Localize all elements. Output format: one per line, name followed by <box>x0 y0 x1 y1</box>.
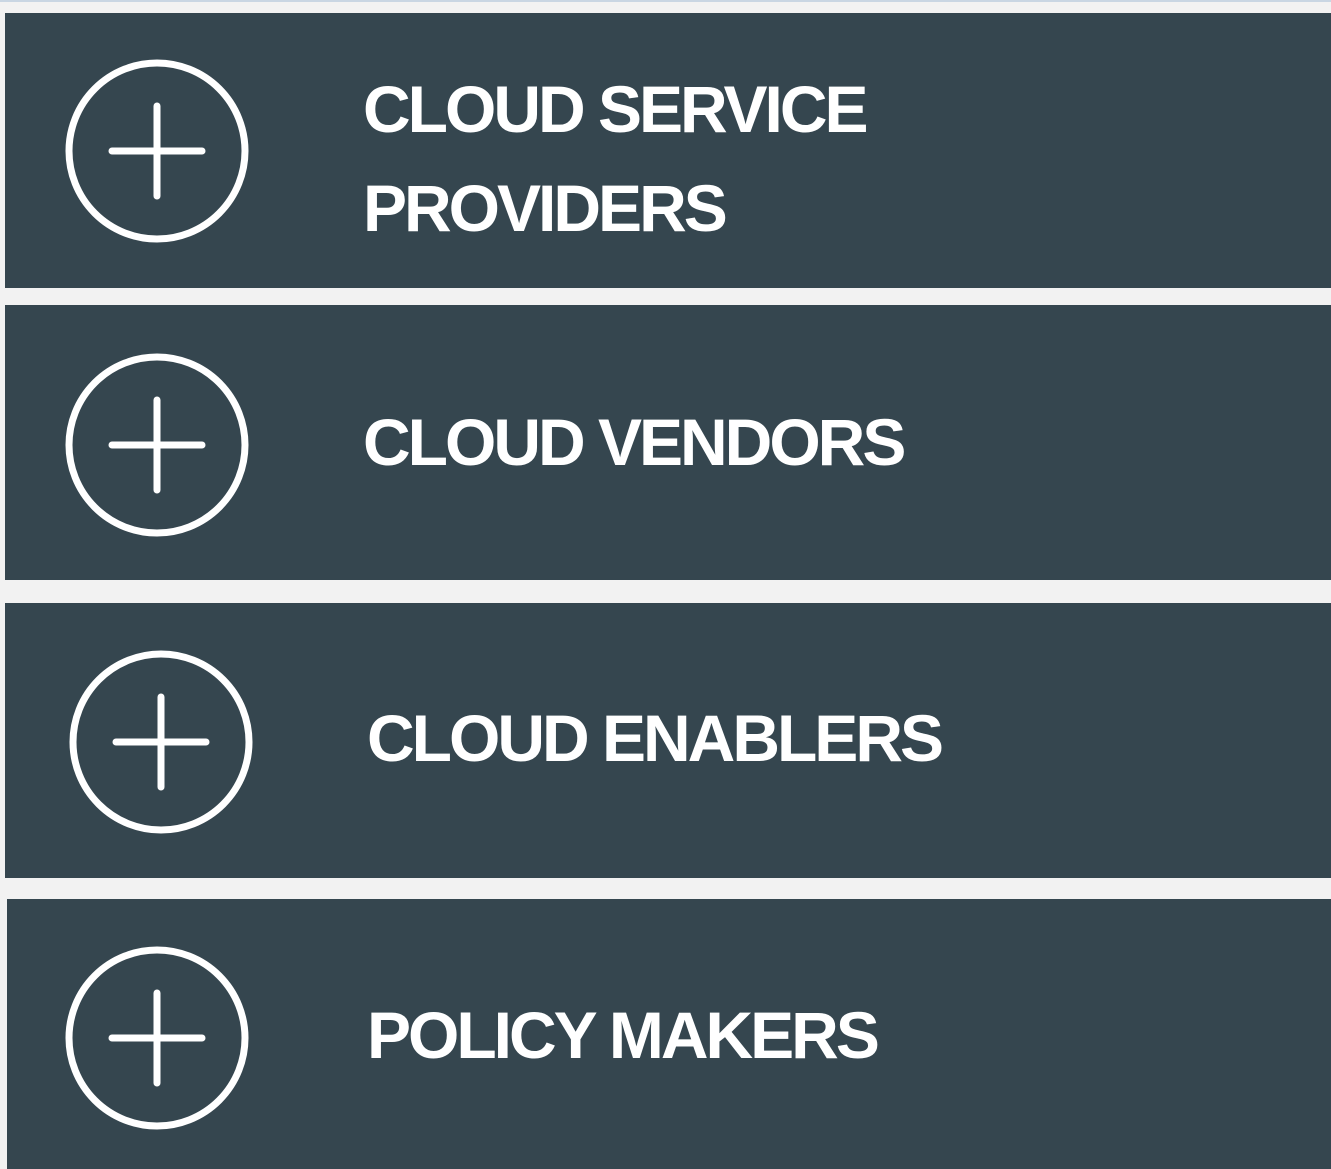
plus-circle-icon <box>65 946 249 1130</box>
accordion-item-cloud-enablers[interactable]: CLOUD ENABLERS <box>5 603 1331 878</box>
plus-circle-icon <box>69 650 253 834</box>
accordion-item-label: CLOUD ENABLERS <box>367 701 944 775</box>
plus-circle-icon <box>65 353 249 537</box>
accordion-item-label: CLOUD SERVICE PROVIDERS <box>363 72 869 245</box>
accordion-item-cloud-service-providers[interactable]: CLOUD SERVICE PROVIDERS <box>5 13 1331 288</box>
accordion-item-cloud-vendors[interactable]: CLOUD VENDORS <box>5 305 1331 580</box>
accordion-item-label: CLOUD VENDORS <box>363 405 906 479</box>
accordion-item-policy-makers[interactable]: POLICY MAKERS <box>7 899 1331 1169</box>
top-divider <box>0 0 1331 2</box>
accordion-item-label: POLICY MAKERS <box>367 998 880 1072</box>
plus-circle-icon <box>65 59 249 243</box>
